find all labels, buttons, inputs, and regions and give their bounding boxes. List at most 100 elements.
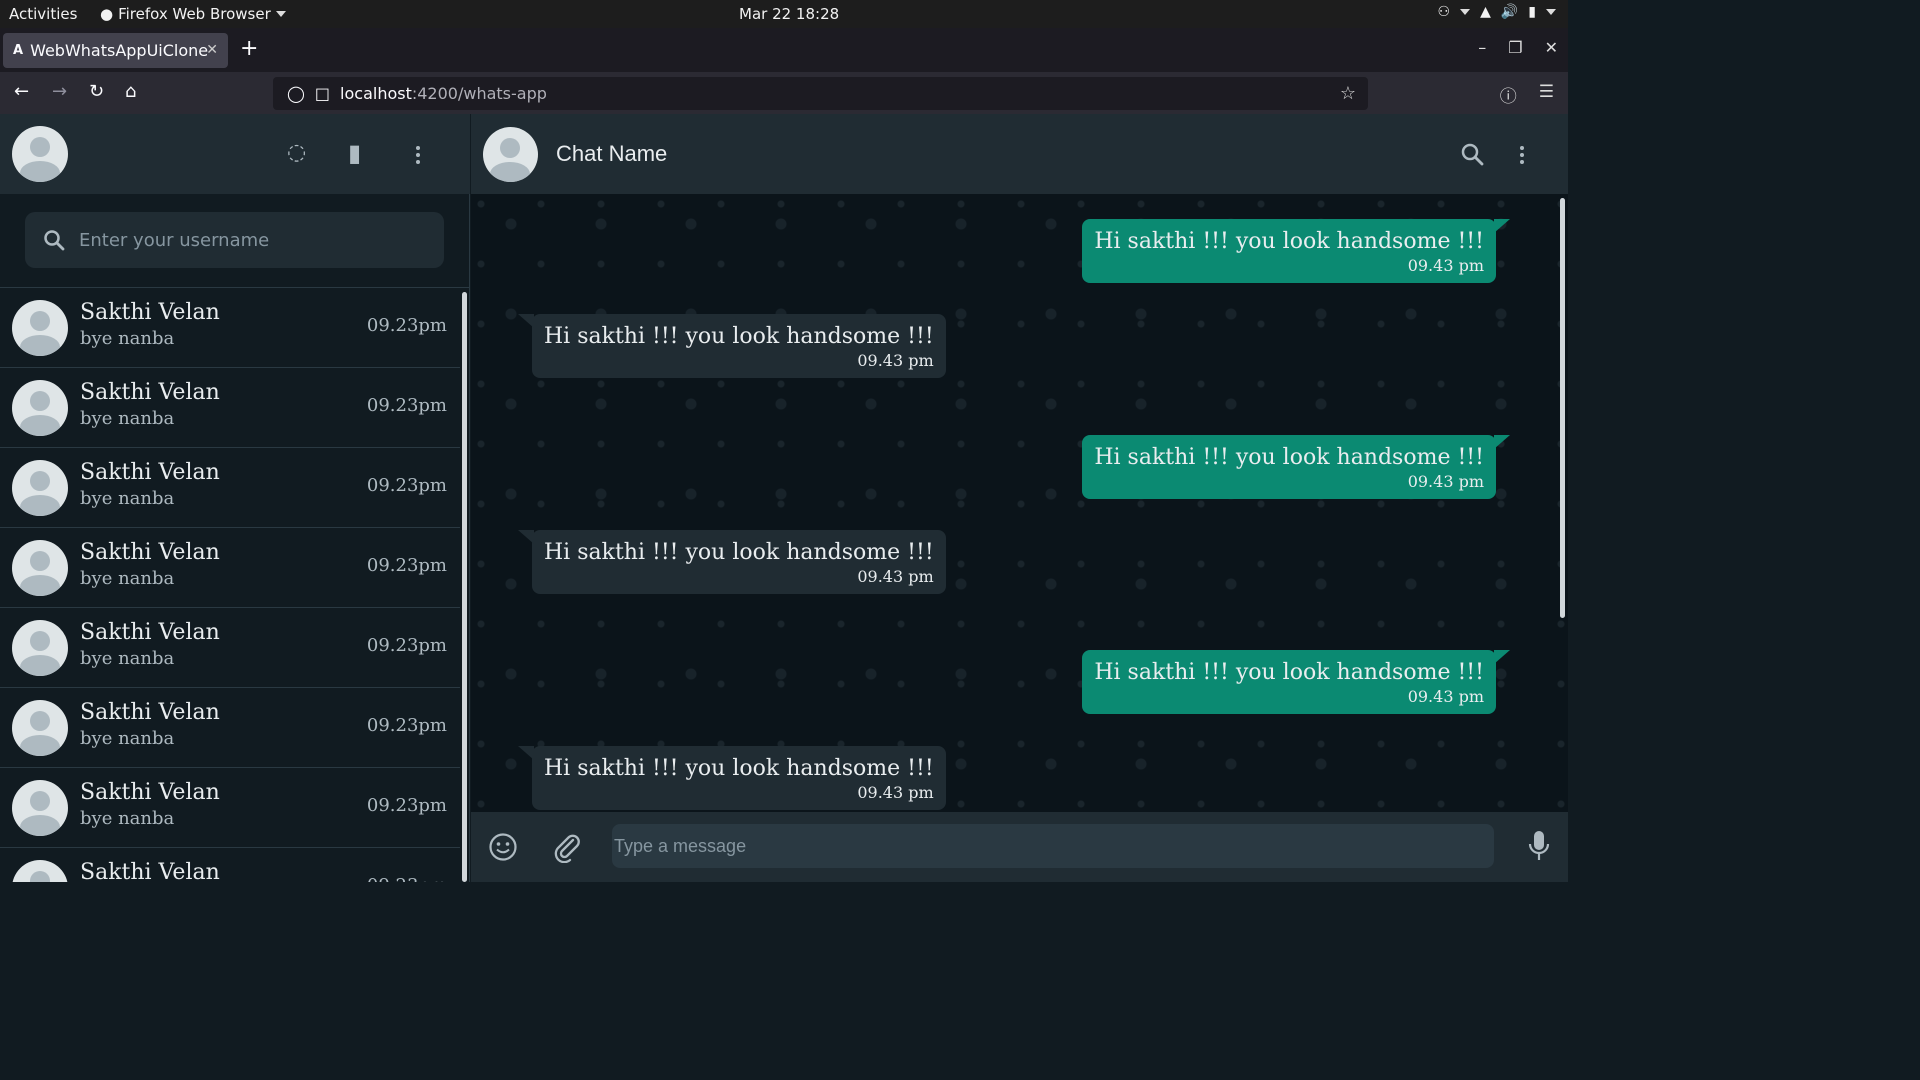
avatar xyxy=(12,700,68,756)
chat-name[interactable]: Chat Name xyxy=(556,141,667,167)
chat-list-item[interactable]: Sakthi Velan bye nanba 09.23pm xyxy=(0,688,460,768)
chat-list-item-last-message: bye nanba xyxy=(80,488,175,509)
info-icon[interactable]: ⓘ xyxy=(1500,82,1517,107)
chat-list-item-time: 09.23pm xyxy=(366,635,447,656)
avatar[interactable] xyxy=(12,126,68,182)
message-time: 09.43 pm xyxy=(857,783,934,802)
chat-list-item[interactable]: Sakthi Velan bye nanba 09.23pm xyxy=(0,448,460,528)
message-input[interactable] xyxy=(612,824,1494,868)
toolbar-right: ⓘ ☰ xyxy=(1500,82,1554,107)
chat-list-item[interactable]: Sakthi Velan 09.23pm xyxy=(0,848,460,882)
chat-list-item-time: 09.23pm xyxy=(366,475,447,496)
tab-strip: A WebWhatsAppUiClone ✕ xyxy=(0,28,1568,72)
chat-list-item[interactable]: Sakthi Velan bye nanba 09.23pm xyxy=(0,768,460,848)
status-icon[interactable]: ◌ xyxy=(287,140,306,165)
shield-icon[interactable]: ◯ xyxy=(287,84,305,103)
volume-icon: 🔊 xyxy=(1500,4,1519,20)
url-bar[interactable]: ◯ □ localhost:4200/whats-app ☆ xyxy=(273,77,1368,110)
reload-icon[interactable]: ↻ xyxy=(89,81,104,102)
app-menu-label: Firefox Web Browser xyxy=(118,5,271,23)
chat-list-item-name: Sakthi Velan xyxy=(80,700,220,725)
chevron-down-icon xyxy=(1460,9,1471,15)
chat-list-item-name: Sakthi Velan xyxy=(80,300,220,325)
message-time: 09.43 pm xyxy=(1407,256,1484,275)
sidebar-scrollbar[interactable] xyxy=(462,292,467,882)
avatar xyxy=(12,780,68,836)
menu-icon[interactable] xyxy=(416,146,420,164)
new-tab-button[interactable]: + xyxy=(240,36,258,61)
app-menu[interactable]: ● Firefox Web Browser xyxy=(100,5,286,23)
whatsapp-app: ◌ ▮ Sakthi Velanbye nanba09.23pmSakthi V… xyxy=(0,114,1568,882)
chat-list-item-time: 09.23pm xyxy=(366,555,447,576)
chat-list-item[interactable]: Sakthi Velan bye nanba 09.23pm xyxy=(0,608,460,688)
chat-list-item-name: Sakthi Velan xyxy=(80,460,220,485)
message-time: 09.43 pm xyxy=(1407,687,1484,706)
message-time: 09.43 pm xyxy=(857,351,934,370)
close-tab-icon[interactable]: ✕ xyxy=(206,42,218,58)
system-tray[interactable]: ⚇ ▲ 🔊 ▮ xyxy=(1438,4,1556,20)
battery-icon: ▮ xyxy=(1528,4,1536,20)
minimize-icon[interactable]: – xyxy=(1478,38,1486,57)
message-scrollbar[interactable] xyxy=(1560,198,1565,618)
conversation-header: Chat Name xyxy=(471,114,1568,194)
back-icon[interactable]: ← xyxy=(14,81,29,102)
chat-list-item-last-message: bye nanba xyxy=(80,808,175,829)
bookmark-star-icon[interactable]: ☆ xyxy=(1340,83,1356,104)
search-icon[interactable] xyxy=(1460,142,1484,166)
chevron-down-icon xyxy=(275,11,286,17)
navigation-bar: ← → ↻ ⌂ ◯ □ localhost:4200/whats-app ☆ ⓘ… xyxy=(0,72,1568,114)
message-text: Hi sakthi !!! you look handsome !!! xyxy=(544,540,934,565)
chat-list-item-last-message: bye nanba xyxy=(80,728,175,749)
chat-list-item[interactable]: Sakthi Velan bye nanba 09.23pm xyxy=(0,368,460,448)
browser-tab[interactable]: A WebWhatsAppUiClone ✕ xyxy=(3,33,228,68)
restore-icon[interactable]: ❐ xyxy=(1508,38,1522,57)
tab-title: WebWhatsAppUiClone xyxy=(30,41,209,60)
chat-list-item-name: Sakthi Velan xyxy=(80,780,220,805)
attach-icon[interactable] xyxy=(552,831,582,863)
new-chat-icon[interactable]: ▮ xyxy=(348,139,361,167)
search-input[interactable] xyxy=(79,229,409,251)
wifi-icon: ▲ xyxy=(1480,4,1491,20)
incoming-message[interactable]: Hi sakthi !!! you look handsome !!! 09.43… xyxy=(518,746,946,810)
chat-avatar[interactable] xyxy=(483,127,538,182)
avatar xyxy=(12,860,68,882)
message-text: Hi sakthi !!! you look handsome !!! xyxy=(544,324,934,349)
incoming-message[interactable]: Hi sakthi !!! you look handsome !!! 09.43… xyxy=(518,530,946,594)
message-text: Hi sakthi !!! you look handsome !!! xyxy=(1094,445,1484,470)
activities-button[interactable]: Activities xyxy=(9,5,77,23)
chat-list-item-time: 09.23pm xyxy=(366,795,447,816)
menu-icon[interactable] xyxy=(1520,146,1524,164)
accessibility-icon[interactable]: ⚇ xyxy=(1438,4,1451,20)
incoming-message[interactable]: Hi sakthi !!! you look handsome !!! 09.43… xyxy=(518,314,946,378)
search-icon xyxy=(44,230,65,251)
emoji-icon[interactable] xyxy=(488,832,518,862)
chat-list-item-last-message: bye nanba xyxy=(80,408,175,429)
avatar xyxy=(12,540,68,596)
chat-list-item-last-message: bye nanba xyxy=(80,648,175,669)
close-window-icon[interactable]: ✕ xyxy=(1545,38,1558,57)
chat-list-item[interactable]: Sakthi Velan bye nanba 09.23pm xyxy=(0,528,460,608)
outgoing-message[interactable]: Hi sakthi !!! you look handsome !!! 09.43… xyxy=(1082,219,1510,283)
hamburger-menu-icon[interactable]: ☰ xyxy=(1539,82,1554,107)
angular-favicon-icon: A xyxy=(13,43,24,58)
url-path: :4200/whats-app xyxy=(411,84,547,103)
chat-list-item[interactable]: Sakthi Velan bye nanba 09.23pm xyxy=(0,288,460,368)
chat-list-item-last-message: bye nanba xyxy=(80,328,175,349)
clock[interactable]: Mar 22 18:28 xyxy=(739,5,839,23)
message-text: Hi sakthi !!! you look handsome !!! xyxy=(544,756,934,781)
chat-list-item-time: 09.23pm xyxy=(366,395,447,416)
avatar xyxy=(12,380,68,436)
chat-list-item-last-message: bye nanba xyxy=(80,568,175,589)
microphone-icon[interactable] xyxy=(1528,830,1550,862)
outgoing-message[interactable]: Hi sakthi !!! you look handsome !!! 09.43… xyxy=(1082,650,1510,714)
home-icon[interactable]: ⌂ xyxy=(125,81,136,102)
search-box xyxy=(25,212,444,268)
chat-list-item-name: Sakthi Velan xyxy=(80,620,220,645)
outgoing-message[interactable]: Hi sakthi !!! you look handsome !!! 09.43… xyxy=(1082,435,1510,499)
message-text: Hi sakthi !!! you look handsome !!! xyxy=(1094,229,1484,254)
chat-list: Sakthi Velan bye nanba 09.23pm Sakthi Velan… xyxy=(0,288,460,882)
chat-list-item-name: Sakthi Velan xyxy=(80,380,220,405)
forward-icon[interactable]: → xyxy=(52,81,67,102)
conversation-panel: Chat Name Hi sakthi !!! you look handsom… xyxy=(471,114,1568,882)
window-controls: – ❐ ✕ xyxy=(1478,38,1558,57)
